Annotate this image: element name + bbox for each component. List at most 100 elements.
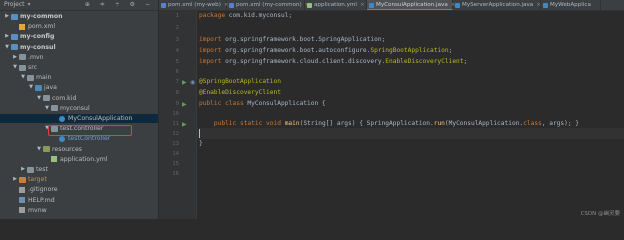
chevron-down-icon[interactable]: ▾ bbox=[28, 1, 31, 8]
editor-tab[interactable]: application.yml × bbox=[305, 0, 367, 10]
tree-item[interactable]: ▶ target bbox=[0, 175, 158, 184]
file-type-icon bbox=[307, 2, 312, 8]
code-editor[interactable]: package com.kid.myconsul; import org.spr… bbox=[199, 11, 624, 219]
folder-icon bbox=[19, 64, 26, 71]
code-text: org.springframework.boot.SpringApplicati… bbox=[221, 36, 386, 43]
java-icon bbox=[59, 115, 65, 122]
chevron-down-icon[interactable]: ▼ bbox=[36, 145, 42, 154]
run-icon[interactable]: ▶ bbox=[182, 121, 187, 128]
annotation-highlight bbox=[48, 125, 132, 136]
tree-item-label: my-common bbox=[20, 13, 63, 20]
tree-item-label: MyConsulApplication bbox=[68, 115, 133, 122]
project-tool-window: Project ▾ ⊕ ≑ ÷ ⚙ − ▶ my-common pom.xml ▶ my-… bbox=[0, 0, 158, 219]
tree-item[interactable]: ▼ com.kid bbox=[0, 94, 158, 103]
tree-item[interactable]: mvnw bbox=[0, 206, 158, 215]
tree-item[interactable]: ▶ .mvn bbox=[0, 53, 158, 62]
close-icon[interactable]: × bbox=[360, 2, 365, 8]
line-number: 13 bbox=[172, 141, 179, 147]
code-text: } bbox=[199, 140, 203, 147]
watermark: CSDN @幽灵要 bbox=[580, 211, 620, 217]
tree-item-label: target bbox=[28, 176, 47, 184]
keyword: import bbox=[199, 36, 222, 43]
tree-item[interactable]: ▶ my-config bbox=[0, 32, 158, 41]
chevron-down-icon[interactable]: ▼ bbox=[12, 63, 18, 72]
code-text: org.springframework.cloud.client.discove… bbox=[221, 58, 386, 65]
module-icon bbox=[11, 13, 18, 20]
tree-item[interactable]: ▼ main bbox=[0, 73, 158, 82]
editor-tab[interactable]: pom.xml (my-web) × bbox=[159, 0, 229, 10]
method-name: main bbox=[280, 120, 300, 127]
annotation-type: SpringBootApplication bbox=[370, 47, 449, 54]
tree-item[interactable]: ▼ java bbox=[0, 83, 158, 92]
run-icon[interactable]: ▶ bbox=[182, 101, 187, 108]
code-line-4: import org.springframework.boot.autoconf… bbox=[199, 46, 452, 56]
tree-item[interactable]: ▶ test bbox=[0, 165, 158, 174]
keyword: public static void bbox=[213, 120, 281, 127]
code-line-13: } bbox=[199, 139, 203, 149]
yml-icon bbox=[51, 156, 57, 163]
chevron-right-icon[interactable]: ▶ bbox=[12, 53, 18, 62]
line-number: 2 bbox=[175, 25, 179, 31]
tree-item-label: com.kid bbox=[52, 94, 77, 102]
file-icon bbox=[19, 207, 25, 214]
chevron-down-icon[interactable]: ▼ bbox=[36, 94, 42, 103]
tree-item[interactable]: pom.xml bbox=[0, 22, 158, 31]
tree-item[interactable]: .gitignore bbox=[0, 185, 158, 194]
folder-res-icon bbox=[43, 146, 50, 153]
folder-pkg-icon bbox=[43, 95, 50, 102]
editor-tab[interactable]: MyConsulApplication.java × bbox=[367, 0, 455, 10]
line-number: 12 bbox=[172, 131, 179, 137]
code-text: ; bbox=[463, 58, 468, 65]
folder-pkg-icon bbox=[51, 105, 58, 112]
chevron-right-icon[interactable]: ▶ bbox=[12, 175, 18, 184]
tree-item-label: mvnw bbox=[28, 206, 47, 214]
chevron-down-icon[interactable]: ▼ bbox=[28, 83, 34, 92]
folder-src-icon bbox=[35, 84, 42, 91]
xml-icon bbox=[19, 23, 25, 30]
keyword: import bbox=[199, 58, 222, 65]
tree-item[interactable]: ▼ src bbox=[0, 63, 158, 72]
tree-item[interactable]: ▼ my-consul bbox=[0, 43, 158, 52]
run-icon[interactable]: ▶ bbox=[182, 79, 187, 86]
tree-item[interactable]: MyConsulApplication bbox=[0, 114, 158, 123]
spring-icon[interactable]: ◉ bbox=[190, 79, 195, 86]
tree-item-label: main bbox=[36, 74, 52, 82]
code-line-1: package com.kid.myconsul; bbox=[199, 11, 292, 21]
code-line-7: @SpringBootApplication bbox=[199, 77, 281, 87]
project-toolbar-icons[interactable]: ⊕ ≑ ÷ ⚙ − bbox=[85, 1, 154, 9]
tree-item[interactable]: ▼ resources bbox=[0, 145, 158, 154]
editor-tab-bar: pom.xml (my-web)×pom.xml (my-common)×app… bbox=[159, 0, 624, 11]
tree-item[interactable]: ▼ myconsul bbox=[0, 104, 158, 113]
editor-tab[interactable]: MyWebApplica bbox=[541, 0, 601, 10]
line-number: 14 bbox=[172, 151, 179, 157]
chevron-right-icon[interactable]: ▶ bbox=[20, 165, 26, 174]
line-number: 6 bbox=[175, 69, 179, 75]
editor-tab[interactable]: pom.xml (my-common)× bbox=[227, 0, 309, 10]
code-text: ; bbox=[448, 47, 453, 54]
project-view-selector[interactable]: Project ▾ bbox=[4, 1, 31, 9]
project-pane-header: Project ▾ ⊕ ≑ ÷ ⚙ − bbox=[0, 0, 158, 11]
editor-tab[interactable]: MyServerApplication.java × bbox=[453, 0, 541, 10]
annotation: @EnableDiscoveryClient bbox=[199, 89, 281, 96]
code-line-9: public class MyConsulApplication { bbox=[199, 99, 326, 109]
tab-label: MyConsulApplication.java bbox=[376, 2, 448, 8]
chevron-down-icon[interactable]: ▼ bbox=[44, 104, 50, 113]
tab-label: application.yml bbox=[314, 2, 357, 8]
chevron-right-icon[interactable]: ▶ bbox=[4, 12, 10, 21]
tree-item[interactable]: ▶ my-common bbox=[0, 12, 158, 21]
line-number: 8 bbox=[175, 90, 179, 96]
module-icon bbox=[11, 33, 18, 40]
keyword: package bbox=[199, 12, 226, 19]
text-cursor bbox=[199, 129, 200, 138]
chevron-right-icon[interactable]: ▶ bbox=[4, 32, 10, 41]
file-icon bbox=[19, 186, 25, 193]
tree-item-label: java bbox=[44, 84, 57, 92]
folder-icon bbox=[27, 166, 34, 173]
code-line-3: import org.springframework.boot.SpringAp… bbox=[199, 35, 385, 45]
folder-icon bbox=[19, 54, 26, 61]
chevron-down-icon[interactable]: ▼ bbox=[20, 73, 26, 82]
chevron-down-icon[interactable]: ▼ bbox=[4, 43, 10, 52]
tree-item[interactable]: HELP.md bbox=[0, 196, 158, 205]
tree-item[interactable]: application.yml bbox=[0, 155, 158, 164]
tree-item-label: my-consul bbox=[20, 43, 56, 51]
